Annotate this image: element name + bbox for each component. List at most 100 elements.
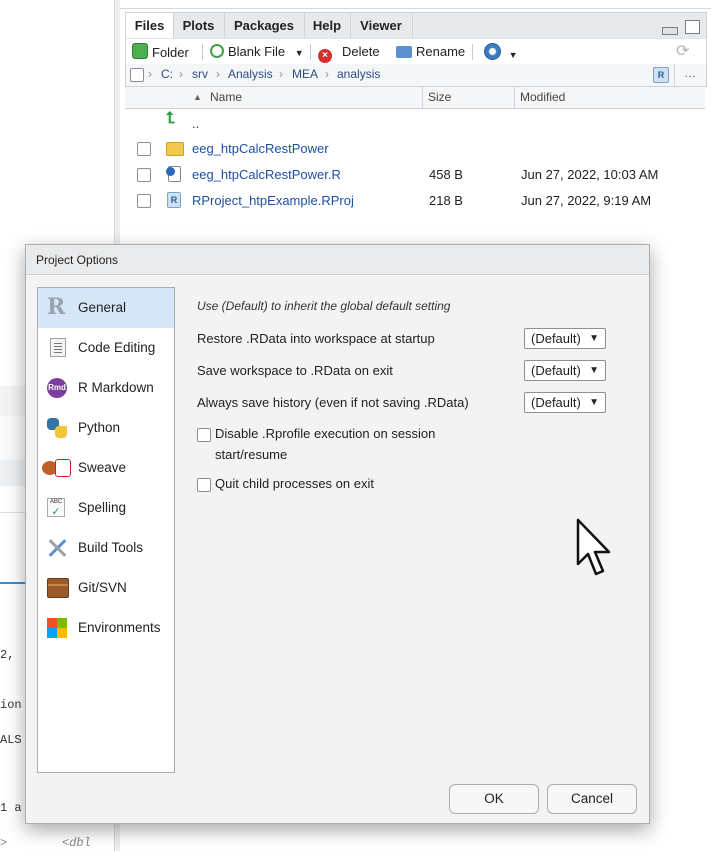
parent-dir-link[interactable]: .. (192, 116, 199, 131)
new-file-icon (210, 44, 224, 58)
table-row[interactable]: eeg_htpCalcRestPower.R 458 B Jun 27, 202… (125, 162, 705, 188)
file-name[interactable]: eeg_htpCalcRestPower (192, 141, 329, 156)
background-code-line: 1 a (0, 801, 22, 815)
options-nav: R General Code Editing Rmd R Markdown Py… (37, 287, 175, 773)
select-value: (Default) (531, 331, 581, 346)
nav-item-general[interactable]: R General (38, 288, 174, 328)
pane-tabbar: Files Plots Packages Help Viewer (125, 12, 707, 38)
window-controls (659, 18, 700, 35)
quit-child-processes-label[interactable]: Quit child processes on exit (215, 473, 475, 494)
r-logo-icon: R (47, 294, 66, 320)
tab-files[interactable]: Files (126, 13, 174, 38)
chevron-down-icon: ▼ (294, 48, 304, 58)
background-code-line: ALS (0, 733, 22, 747)
disable-rprofile-label[interactable]: Disable .Rprofile execution on session s… (215, 423, 475, 465)
file-size: 218 B (429, 193, 463, 208)
project-options-dialog: Project Options R General Code Editing R… (25, 244, 650, 824)
disable-rprofile-checkbox[interactable] (197, 428, 211, 442)
option-label: Restore .RData into workspace at startup (197, 331, 435, 346)
python-icon (47, 418, 67, 438)
row-checkbox[interactable] (137, 194, 151, 208)
more-options-button[interactable]: ▼ (484, 43, 518, 61)
nav-item-label: Spelling (78, 500, 127, 515)
breadcrumb-item[interactable]: srv (192, 67, 208, 81)
rproj-icon: R (167, 192, 181, 208)
parent-dir-row[interactable]: ⮤ .. (125, 109, 705, 135)
breadcrumb-item[interactable]: C: (161, 67, 173, 81)
breadcrumb-item[interactable]: Analysis (228, 67, 273, 81)
blank-file-button[interactable]: Blank File ▼ (210, 43, 304, 61)
maximize-icon[interactable] (685, 19, 700, 34)
cancel-button[interactable]: Cancel (547, 784, 637, 814)
nav-item-build-tools[interactable]: Build Tools (38, 528, 174, 568)
minimize-icon[interactable] (662, 26, 679, 35)
nav-item-git-svn[interactable]: Git/SVN (38, 568, 174, 608)
nav-item-label: Sweave (78, 460, 127, 475)
column-size[interactable]: Size (428, 90, 451, 104)
gear-icon (484, 43, 501, 60)
delete-label: Delete (342, 44, 380, 59)
option-label: Always save history (even if not saving … (197, 395, 469, 410)
ok-button[interactable]: OK (449, 784, 539, 814)
nav-item-python[interactable]: Python (38, 408, 174, 448)
row-checkbox[interactable] (137, 168, 151, 182)
nav-item-label: Python (78, 420, 121, 435)
mouse-cursor-icon (576, 518, 611, 576)
tab-viewer[interactable]: Viewer (350, 13, 413, 38)
file-name[interactable]: RProject_htpExample.RProj (192, 193, 354, 208)
background-code-line: ion (0, 698, 22, 712)
tab-plots[interactable]: Plots (173, 13, 225, 38)
select-value: (Default) (531, 363, 581, 378)
nav-item-label: General (78, 300, 127, 315)
git-box-icon (47, 578, 69, 598)
breadcrumb-item[interactable]: analysis (337, 67, 380, 81)
pane-top-border (120, 0, 711, 9)
nav-item-sweave[interactable]: Sweave (38, 448, 174, 488)
sort-ascending-icon: ▲ (193, 92, 202, 102)
files-toolbar: Folder Blank File ▼ × Delete Rename ▼ ⟳ (125, 38, 707, 66)
save-workspace-select[interactable]: (Default) ▼ (524, 360, 606, 381)
more-icon[interactable]: … (684, 66, 696, 80)
tab-help[interactable]: Help (304, 13, 351, 38)
restore-rdata-select[interactable]: (Default) ▼ (524, 328, 606, 349)
nav-item-label: Git/SVN (78, 580, 127, 595)
toolbar-separator (472, 44, 473, 60)
nav-item-r-markdown[interactable]: Rmd R Markdown (38, 368, 174, 408)
blank-file-label: Blank File (228, 44, 286, 59)
project-icon[interactable]: R (653, 67, 669, 83)
table-row[interactable]: eeg_htpCalcRestPower (125, 136, 705, 162)
save-history-select[interactable]: (Default) ▼ (524, 392, 606, 413)
quit-child-processes-checkbox[interactable] (197, 478, 211, 492)
nav-item-spelling[interactable]: ABC ✓ Spelling (38, 488, 174, 528)
background-code-line: > (0, 836, 8, 850)
chevron-down-icon: ▼ (508, 50, 518, 60)
rename-label: Rename (416, 44, 466, 59)
breadcrumb-item[interactable]: MEA (292, 67, 318, 81)
spelling-icon: ABC ✓ (47, 498, 65, 518)
file-name[interactable]: eeg_htpCalcRestPower.R (192, 167, 341, 182)
delete-button[interactable]: × Delete (318, 43, 380, 63)
dialog-titlebar: Project Options (26, 245, 649, 275)
nav-item-label: Environments (78, 620, 161, 635)
nav-item-environments[interactable]: Environments (38, 608, 174, 648)
column-modified[interactable]: Modified (520, 90, 565, 104)
chevron-down-icon: ▼ (589, 365, 599, 376)
refresh-icon[interactable]: ⟳ (676, 43, 689, 61)
document-icon (50, 338, 66, 357)
nav-item-label: Code Editing (78, 340, 156, 355)
file-modified: Jun 27, 2022, 10:03 AM (521, 167, 659, 182)
folder-icon (166, 142, 184, 156)
table-row[interactable]: R RProject_htpExample.RProj 218 B Jun 27… (125, 188, 705, 214)
new-folder-button[interactable]: Folder (132, 43, 189, 61)
column-name[interactable]: Name (210, 90, 242, 104)
dialog-title: Project Options (36, 253, 119, 267)
toolbar-separator (310, 44, 311, 60)
chevron-right-icon: › (325, 67, 329, 81)
rename-button[interactable]: Rename (396, 43, 465, 61)
select-all-checkbox[interactable] (130, 68, 144, 82)
tab-packages[interactable]: Packages (224, 13, 305, 38)
nav-item-code-editing[interactable]: Code Editing (38, 328, 174, 368)
row-checkbox[interactable] (137, 142, 151, 156)
pathbar-separator (674, 64, 675, 86)
sweave-icon (42, 458, 71, 478)
